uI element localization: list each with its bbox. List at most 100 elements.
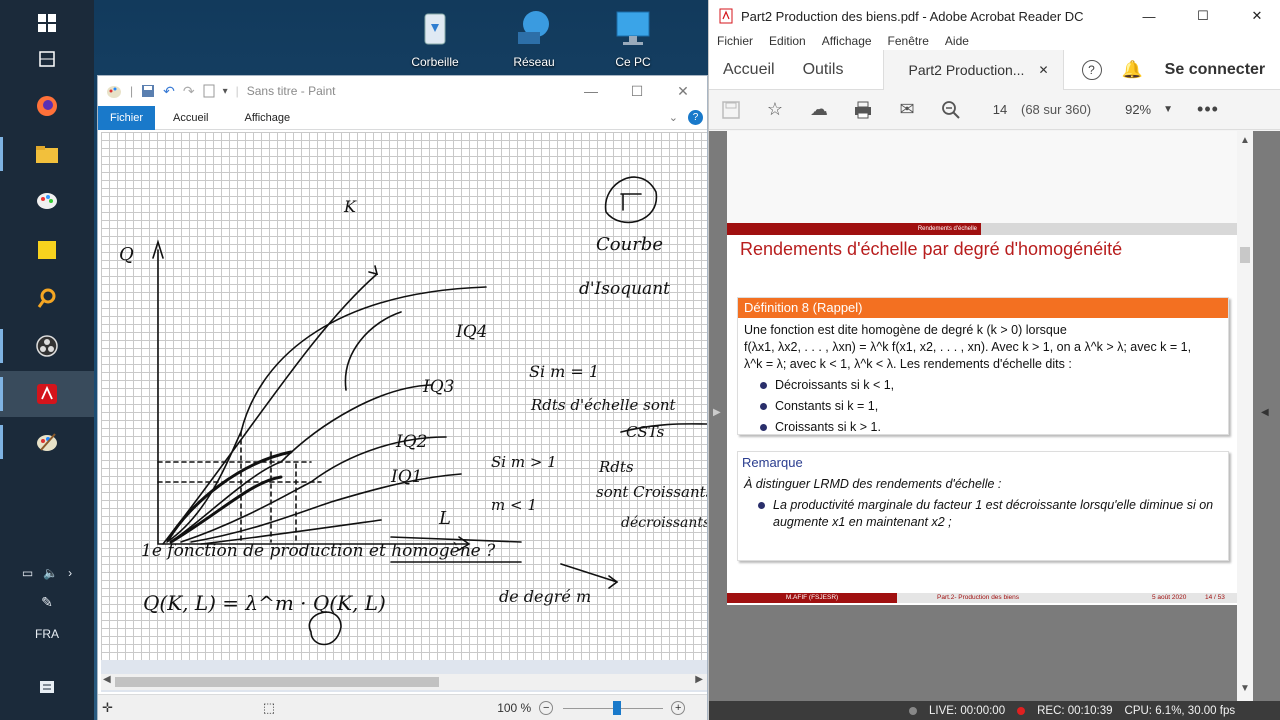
language-indicator[interactable]: FRA	[0, 627, 94, 641]
obs-taskbar-button[interactable]	[0, 323, 94, 369]
menu-fichier[interactable]: Fichier	[717, 34, 753, 48]
slide-footer: M.AFIF (FSJESR) Part.2- Production des b…	[727, 593, 1237, 603]
save-icon[interactable]	[141, 84, 155, 98]
computer-monitor-icon	[616, 11, 650, 45]
upload-button[interactable]: ☁	[797, 90, 841, 130]
vertical-scrollbar[interactable]: ▲ ▼	[1237, 131, 1253, 701]
paint-taskbar-button[interactable]	[0, 419, 94, 465]
rec-time: REC: 00:10:39	[1037, 704, 1113, 717]
zoom-select[interactable]: 92%	[1125, 102, 1151, 117]
zoom-slider-thumb[interactable]	[613, 700, 622, 715]
tab-accueil[interactable]: Accueil	[709, 61, 789, 79]
zoom-tool-button[interactable]	[929, 90, 973, 130]
scroll-thumb[interactable]	[1240, 247, 1250, 263]
this-pc-desktop-icon[interactable]: Ce PC	[598, 8, 668, 69]
paint-maximize-button[interactable]: ☐	[614, 76, 660, 106]
paint3d-taskbar-button[interactable]	[0, 178, 94, 224]
footer-date: 5 août 2020	[1152, 594, 1187, 601]
document-viewport[interactable]: ▶ Rendements d'échelle Rendements d'éche…	[709, 131, 1280, 701]
handwritten-sketch: K Q Courbe d'Isoquant IQ4 IQ3 IQ2 IQ1 Si…	[119, 176, 707, 646]
firefox-taskbar-button[interactable]	[0, 83, 94, 129]
drawing-canvas[interactable]: K Q Courbe d'Isoquant IQ4 IQ3 IQ2 IQ1 Si…	[101, 132, 707, 660]
notifications[interactable]	[0, 680, 94, 694]
tab-document[interactable]: Part2 Production... ✕	[883, 49, 1064, 90]
network-icon[interactable]: ▭	[22, 566, 33, 580]
sign-in-button[interactable]: Se connecter	[1165, 61, 1265, 79]
definition-line: f(λx1, λx2, . . . , λxn) = λ^k f(x1, x2,…	[744, 340, 1192, 354]
footer-title: Part.2- Production des biens	[937, 594, 1020, 601]
network-desktop-icon[interactable]: Réseau	[499, 8, 569, 69]
volume-icon[interactable]: 🔈	[43, 566, 58, 580]
paint-brush-icon	[37, 433, 57, 451]
acrobat-toolbar: ☆ ☁ ✉ 14 (68 sur 360) 92% ▼ •••	[709, 90, 1280, 130]
taskbar: ▭ 🔈 › ✎ FRA	[0, 0, 94, 720]
zoom-out-button[interactable]: −	[539, 700, 554, 715]
page-number-input[interactable]: 14	[987, 102, 1013, 117]
left-panel-toggle-icon[interactable]: ▶	[713, 407, 721, 418]
system-tray: ▭ 🔈 ›	[0, 566, 94, 580]
redo-icon[interactable]: ↷	[183, 83, 195, 100]
active-indicator	[0, 329, 3, 363]
zoom-dropdown-icon[interactable]: ▼	[1163, 104, 1173, 115]
desktop-icon-label: Ce PC	[615, 55, 651, 69]
print-button[interactable]	[841, 90, 885, 130]
right-panel-toggle-icon[interactable]: ◀	[1261, 407, 1269, 418]
paint-close-button[interactable]: ✕	[660, 76, 706, 106]
undo-icon[interactable]: ↶	[163, 83, 175, 100]
recycle-bin-icon	[424, 13, 446, 45]
ribbon-collapse-icon[interactable]: ⌄	[669, 111, 678, 124]
tab-affichage[interactable]: Affichage	[226, 112, 308, 124]
definition-line: λ^k = λ; avec k < 1, λ^k < λ. Les rendem…	[744, 357, 1072, 371]
menu-edition[interactable]: Edition	[769, 34, 806, 48]
pen-icon[interactable]: ✎	[41, 594, 53, 611]
zoom-out-icon	[942, 100, 960, 119]
scroll-left-icon[interactable]: ◀	[103, 674, 111, 685]
task-view-button[interactable]	[0, 36, 94, 82]
zoom-slider[interactable]	[563, 700, 664, 715]
acrobat-minimize-button[interactable]: —	[1126, 9, 1172, 24]
windows-logo-icon	[38, 14, 56, 32]
slide-header-bar: Rendements d'échelle	[727, 223, 1237, 235]
help-icon[interactable]: ?	[688, 110, 703, 125]
menu-fenetre[interactable]: Fenêtre	[888, 34, 929, 48]
tab-fichier[interactable]: Fichier	[98, 105, 156, 130]
label-rdts-const: Rdts d'échelle sont	[530, 396, 677, 414]
tab-outils[interactable]: Outils	[789, 61, 858, 79]
rec-indicator-icon	[1017, 706, 1026, 715]
menu-affichage[interactable]: Affichage	[822, 34, 872, 48]
menu-aide[interactable]: Aide	[945, 34, 969, 48]
explorer-taskbar-button[interactable]	[0, 131, 94, 177]
horizontal-scrollbar[interactable]: ◀ ▶	[101, 674, 707, 690]
search-taskbar-button[interactable]	[0, 275, 94, 321]
acrobat-icon	[37, 384, 57, 404]
acrobat-taskbar-button[interactable]	[0, 371, 94, 417]
email-button[interactable]: ✉	[885, 90, 929, 130]
help-icon[interactable]: ?	[1081, 59, 1102, 80]
quick-access-dropdown-icon[interactable]: ▾	[223, 86, 228, 97]
scroll-right-icon[interactable]: ▶	[695, 674, 703, 685]
scroll-down-icon[interactable]: ▼	[1240, 683, 1250, 694]
mail-icon: ✉	[899, 99, 915, 119]
notification-bell-icon[interactable]: 🔔	[1122, 60, 1143, 80]
more-options-icon[interactable]: •••	[1197, 99, 1219, 120]
folder-icon	[36, 146, 58, 163]
scroll-thumb[interactable]	[115, 677, 439, 687]
bookmark-button[interactable]: ☆	[753, 90, 797, 130]
tab-accueil[interactable]: Accueil	[155, 112, 226, 124]
previous-page-fragment	[727, 131, 1237, 225]
zoom-in-button[interactable]: +	[671, 700, 686, 715]
close-icon: ✕	[677, 82, 689, 99]
scroll-up-icon[interactable]: ▲	[1240, 135, 1250, 146]
close-tab-icon[interactable]: ✕	[1038, 63, 1048, 77]
acrobat-maximize-button[interactable]: ☐	[1180, 8, 1226, 24]
save-button[interactable]	[709, 90, 753, 130]
chevron-right-icon[interactable]: ›	[68, 566, 72, 580]
paint-minimize-button[interactable]: —	[568, 76, 614, 106]
recycle-bin-desktop-icon[interactable]: Corbeille	[400, 8, 470, 69]
selection-size-icon: ⬚	[262, 699, 276, 715]
sticky-notes-taskbar-button[interactable]	[0, 227, 94, 273]
list-item: Constants si k = 1,	[744, 398, 1222, 415]
acrobat-close-button[interactable]: ✕	[1234, 8, 1280, 24]
save-icon	[722, 100, 740, 119]
new-file-icon[interactable]	[203, 84, 215, 98]
